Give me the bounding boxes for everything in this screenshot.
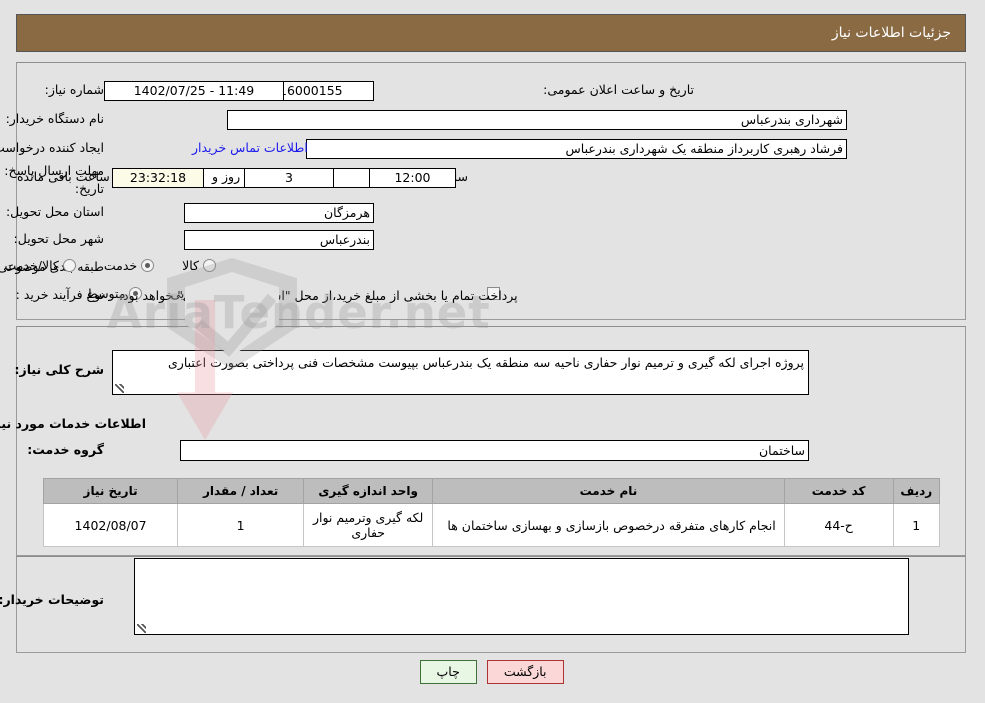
buyer-notes-textarea[interactable] [135, 558, 910, 635]
cell-service-code: ح-44 [784, 503, 895, 547]
creator-field[interactable]: فرشاد رهبری کاربرداز منطقه یک شهرداری بن… [307, 139, 848, 159]
buyer-contact-link[interactable]: اطلاعات تماس خریدار [193, 140, 309, 155]
buyer-notes-label-wrap: توضیحات خریدار: [0, 592, 105, 607]
category-option-label-2: کالا/خدمت [5, 258, 60, 273]
province-field[interactable]: هرمزگان [185, 203, 375, 223]
creator-label-wrap: ایجاد کننده درخواست: [0, 140, 105, 155]
services-table-head: ردیف کد خدمت نام خدمت واحد اندازه گیری ت… [43, 478, 942, 504]
need-number-label: شماره نیاز: [45, 82, 105, 97]
category-radio-item-khedmat[interactable]: خدمت [104, 258, 156, 273]
buyer-notes-label: توضیحات خریدار: [0, 592, 105, 607]
radio-icon-kala-khedmat[interactable] [63, 259, 77, 272]
countdown-field-wrap: 23:32:18 [113, 168, 205, 188]
announce-datetime-field[interactable]: 11:49 - 1402/07/25 [105, 81, 285, 101]
buyer-org-label-wrap: نام دستگاه خریدار: [7, 111, 105, 126]
category-radio-item-kala-khedmat[interactable]: کالا/خدمت [5, 258, 77, 273]
days-label-wrap: روز و [213, 169, 241, 184]
summary-label: شرح کلی نیاز: [15, 362, 105, 377]
announce-datetime-label-wrap: تاریخ و ساعت اعلان عمومی: [544, 82, 695, 97]
city-field-wrap: بندرعباس [185, 230, 375, 250]
service-group-label-wrap: گروه خدمت: [28, 442, 105, 457]
contact-link-wrap: اطلاعات تماس خریدار [193, 140, 309, 155]
table-header-row: ردیف کد خدمت نام خدمت واحد اندازه گیری ت… [43, 478, 942, 504]
city-label: شهر محل تحویل: [14, 231, 105, 246]
countdown-timer-field: 23:32:18 [113, 168, 205, 188]
col-header-need-date: تاریخ نیاز [43, 478, 180, 504]
announce-datetime-label: تاریخ و ساعت اعلان عمومی: [544, 82, 695, 97]
page-title: جزئیات اطلاعات نیاز [832, 25, 952, 41]
remaining-hours-label: ساعت باقی مانده [18, 169, 111, 184]
remaining-label-wrap: ساعت باقی مانده [18, 169, 111, 184]
treasury-checkbox-label: پرداخت تمام یا بخشی از مبلغ خرید،از محل … [120, 288, 519, 303]
col-header-service-code: کد خدمت [784, 478, 895, 504]
province-label: استان محل تحویل: [6, 204, 105, 219]
radio-icon-khedmat-selected[interactable] [142, 259, 156, 272]
creator-label: ایجاد کننده درخواست: [0, 140, 105, 155]
table-row: 1 ح-44 انجام کارهای متفرقه درخصوص بازساز… [43, 503, 942, 547]
days-remaining-field[interactable]: 3 [245, 168, 335, 188]
service-group-label: گروه خدمت: [28, 442, 105, 457]
service-group-field[interactable]: ساختمان [181, 440, 810, 461]
creator-field-wrap: فرشاد رهبری کاربرداز منطقه یک شهرداری بن… [307, 139, 848, 159]
hour-field-wrap: 12:00 [370, 168, 457, 188]
action-button-bar: بازگشت چاپ [0, 660, 985, 684]
service-group-field-wrap: ساختمان [181, 440, 810, 461]
treasury-label-wrap: پرداخت تمام یا بخشی از مبلغ خرید،از محل … [120, 288, 519, 303]
need-number-label-wrap: شماره نیاز: [46, 82, 105, 97]
category-option-label-0: کالا [183, 258, 200, 273]
cell-need-date: 1402/08/07 [43, 503, 180, 547]
page-root: AriaTender.net جزئیات اطلاعات نیاز شماره… [0, 0, 985, 703]
cell-row-no: 1 [893, 503, 942, 547]
col-header-service-name: نام خدمت [433, 478, 786, 504]
category-radio-item-kala[interactable]: کالا [183, 258, 217, 273]
print-button[interactable]: چاپ [420, 660, 478, 684]
category-option-label-1: خدمت [104, 258, 139, 273]
back-button[interactable]: بازگشت [487, 660, 565, 684]
city-field[interactable]: بندرعباس [185, 230, 375, 250]
col-header-unit: واحد اندازه گیری [304, 478, 435, 504]
announce-datetime-field-wrap: 11:49 - 1402/07/25 [105, 81, 285, 101]
summary-textarea[interactable]: پروژه اجرای لکه گیری و ترمیم نوار حفاری … [113, 350, 810, 395]
col-header-quantity: تعداد / مقدار [178, 478, 306, 504]
province-field-wrap: هرمزگان [185, 203, 375, 223]
buyer-org-field-wrap: شهرداری بندرعباس [228, 110, 848, 130]
summary-label-wrap: شرح کلی نیاز: [16, 362, 105, 377]
radio-icon-kala[interactable] [204, 259, 217, 272]
service-section-title: اطلاعات خدمات مورد نیاز [0, 416, 147, 431]
buyer-org-label: نام دستگاه خریدار: [6, 111, 105, 126]
page-title-bar: جزئیات اطلاعات نیاز [17, 14, 967, 52]
days-label: روز و [213, 169, 242, 184]
buyer-org-field[interactable]: شهرداری بندرعباس [228, 110, 848, 130]
city-label-wrap: شهر محل تحویل: [15, 231, 105, 246]
section-title-wrap: اطلاعات خدمات مورد نیاز [0, 416, 147, 431]
cell-unit: لکه گیری وترمیم نوار حفاری [304, 503, 435, 547]
col-header-row-no: ردیف [893, 478, 942, 504]
province-label-wrap: استان محل تحویل: [7, 204, 105, 219]
services-table: ردیف کد خدمت نام خدمت واحد اندازه گیری ت… [43, 478, 942, 547]
cell-service-name: انجام کارهای متفرقه درخصوص بازسازی و بهس… [433, 503, 786, 547]
services-table-body: 1 ح-44 انجام کارهای متفرقه درخصوص بازساز… [43, 503, 942, 547]
hour-field[interactable]: 12:00 [370, 168, 457, 188]
days-field-wrap: 3 [245, 168, 335, 188]
cell-quantity: 1 [178, 503, 306, 547]
category-radio-group: کالا خدمت کالا/خدمت [0, 258, 217, 273]
